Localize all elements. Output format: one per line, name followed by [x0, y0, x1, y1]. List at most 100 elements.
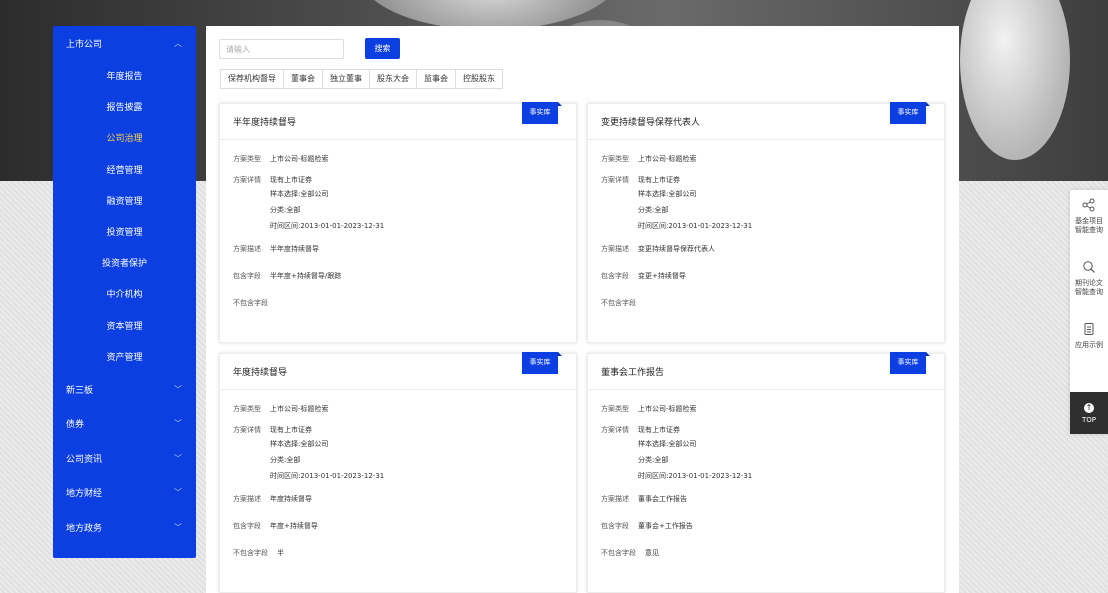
tab-board[interactable]: 董事会 [284, 70, 323, 88]
journal-paper-search-button[interactable]: 期刊论文 智能查询 [1070, 260, 1108, 297]
chevron-down-icon: ﹀ [174, 419, 182, 429]
tab-controlling-shareholder[interactable]: 控股股东 [456, 70, 502, 88]
application-examples-button[interactable]: 应用示例 [1070, 322, 1108, 350]
tab-independent-director[interactable]: 独立董事 [323, 70, 370, 88]
include-fields-row: 包含字段 变更+持续督导 [601, 271, 944, 282]
chevron-down-icon: ﹀ [174, 488, 182, 498]
field-label: 方案详情 [233, 426, 261, 434]
sidebar-item[interactable]: 融资管理 [53, 185, 196, 216]
field-label: 包含字段 [601, 522, 629, 530]
field-label: 方案描述 [601, 245, 629, 253]
sample-selection: 样本选择:全部公司 [638, 440, 697, 448]
sidebar-item-label: 经营管理 [106, 165, 143, 176]
scheme-detail-row: 方案详情 现有上市证券 [601, 175, 944, 186]
sidebar-item[interactable]: 投资者保护 [53, 247, 196, 278]
category-value: 分类:全部 [638, 456, 669, 464]
scheme-card[interactable]: 年度持续督导 事实库 方案类型 上市公司-标题检索 方案详情 现有上市证券 样本选择… [219, 352, 577, 593]
include-fields-row: 包含字段 年度+持续督导 [233, 521, 576, 532]
field-label: 方案描述 [233, 245, 261, 253]
field-label: 方案详情 [233, 176, 261, 184]
field-label: 方案详情 [601, 426, 629, 434]
field-label: 方案描述 [601, 495, 629, 503]
exclude-fields-row: 不包含字段 意见 [601, 548, 944, 559]
time-range: 时间区间:2013-01-01-2023-12-31 [638, 222, 753, 230]
scheme-card[interactable]: 半年度持续督导 事实库 方案类型 上市公司-标题检索 方案详情 现有上市证券 样本选… [219, 102, 577, 343]
fact-library-badge[interactable]: 事实库 [890, 352, 930, 374]
back-to-top-button[interactable]: ↑ TOP [1070, 392, 1108, 434]
time-range: 时间区间:2013-01-01-2023-12-31 [270, 222, 385, 230]
search-button[interactable]: 搜索 [365, 38, 400, 59]
exclude-fields-row: 不包含字段 半 [233, 548, 576, 559]
card-title: 年度持续督导 [233, 368, 288, 378]
scheme-detail-row: 方案详情 现有上市证券 [601, 425, 944, 436]
scheme-card[interactable]: 董事会工作报告 事实库 方案类型 上市公司-标题检索 方案详情 现有上市证券 样本选… [587, 352, 945, 593]
fact-library-badge[interactable]: 事实库 [522, 102, 562, 124]
sidebar-group-listed-companies[interactable]: 上市公司 ︿ [53, 26, 196, 60]
arrow-up-icon: ↑ [1084, 402, 1094, 413]
fact-library-badge[interactable]: 事实库 [522, 352, 562, 374]
scheme-desc-row: 方案描述 董事会工作报告 [601, 494, 944, 505]
field-label: 不包含字段 [601, 549, 636, 557]
sidebar-group-label: 上市公司 [66, 39, 103, 50]
tab-sponsor-supervision[interactable]: 保荐机构督导 [221, 70, 284, 88]
sidebar-item-label: 报告披露 [106, 103, 143, 114]
sidebar-item[interactable]: 资产管理 [53, 341, 196, 372]
category-value: 分类:全部 [638, 206, 669, 214]
sidebar-group[interactable]: 新三板 ﹀ [53, 372, 196, 407]
field-value: 年度+持续督导 [270, 522, 318, 530]
float-label: 智能查询 [1075, 226, 1103, 234]
field-value: 上市公司-标题检索 [270, 155, 329, 163]
tab-shareholders-meeting[interactable]: 股东大会 [370, 70, 417, 88]
field-value: 变更+持续督导 [638, 272, 686, 280]
chevron-down-icon: ﹀ [174, 522, 182, 532]
card-header: 年度持续督导 事实库 [220, 352, 576, 390]
include-fields-row: 包含字段 董事会+工作报告 [601, 521, 944, 532]
exclude-fields-row: 不包含字段 [601, 298, 944, 309]
sidebar-item-active[interactable]: 公司治理 [53, 122, 196, 153]
sidebar-group[interactable]: 地方财经 ﹀ [53, 475, 196, 510]
sidebar-group[interactable]: 公司资讯 ﹀ [53, 441, 196, 476]
float-label: 应用示例 [1075, 341, 1103, 349]
field-value: 现有上市证券 [270, 176, 312, 184]
include-fields-row: 包含字段 半年度+持续督导/跟踪 [233, 271, 576, 282]
exclude-fields-row: 不包含字段 [233, 298, 576, 309]
fact-library-badge[interactable]: 事实库 [890, 102, 930, 124]
field-value: 半年度持续督导 [270, 245, 319, 253]
field-label: 不包含字段 [601, 299, 636, 307]
field-label: 方案类型 [601, 405, 629, 413]
field-label: 方案类型 [601, 155, 629, 163]
search-input[interactable] [219, 39, 344, 59]
sidebar-item[interactable]: 投资管理 [53, 216, 196, 247]
sidebar-group[interactable]: 地方政务 ﹀ [53, 510, 196, 545]
tab-supervisory-board[interactable]: 监事会 [417, 70, 456, 88]
scheme-type-row: 方案类型 上市公司-标题检索 [601, 154, 944, 165]
sidebar-item[interactable]: 年度报告 [53, 60, 196, 91]
sidebar-group[interactable]: 债券 ﹀ [53, 406, 196, 441]
scheme-type-row: 方案类型 上市公司-标题检索 [233, 154, 576, 165]
sidebar-group-label: 地方政务 [66, 523, 103, 534]
bulb-graphic [960, 0, 1070, 160]
field-value: 上市公司-标题检索 [638, 155, 697, 163]
field-label: 不包含字段 [233, 299, 268, 307]
float-label: 期刊论文 [1075, 279, 1103, 287]
sidebar-item[interactable]: 报告披露 [53, 91, 196, 122]
field-label: 方案类型 [233, 155, 261, 163]
document-icon [1082, 322, 1096, 337]
card-header: 变更持续督导保荐代表人 事实库 [588, 102, 944, 140]
sidebar-item-label: 资本管理 [106, 321, 143, 332]
fund-project-search-button[interactable]: 基金项目 智能查询 [1070, 198, 1108, 235]
sidebar-group-label: 公司资讯 [66, 454, 103, 465]
field-label: 方案描述 [233, 495, 261, 503]
field-value: 半 [277, 549, 284, 557]
card-header: 董事会工作报告 事实库 [588, 352, 944, 390]
scheme-card[interactable]: 变更持续督导保荐代表人 事实库 方案类型 上市公司-标题检索 方案详情 现有上市证券… [587, 102, 945, 343]
field-value: 上市公司-标题检索 [638, 405, 697, 413]
sidebar-nav: 上市公司 ︿ 年度报告 报告披露 公司治理 经营管理 融资管理 投资管理 投资者… [53, 26, 196, 558]
card-body: 方案类型 上市公司-标题检索 方案详情 现有上市证券 样本选择:全部公司 分类:全部… [220, 390, 576, 559]
field-label: 不包含字段 [233, 549, 268, 557]
sidebar-item[interactable]: 资本管理 [53, 310, 196, 341]
sidebar-item[interactable]: 经营管理 [53, 154, 196, 185]
sidebar-item[interactable]: 中介机构 [53, 278, 196, 309]
field-value: 现有上市证券 [638, 426, 680, 434]
card-header: 半年度持续督导 事实库 [220, 102, 576, 140]
